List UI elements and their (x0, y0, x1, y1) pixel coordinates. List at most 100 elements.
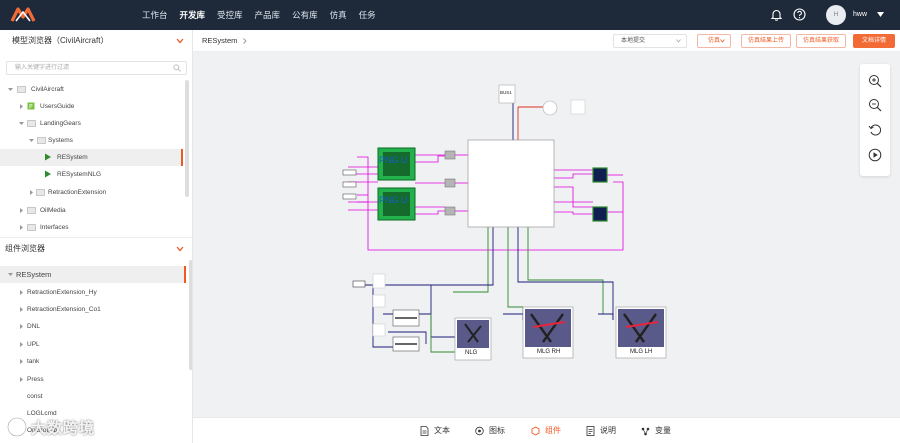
search-placeholder: 输入关键字进行过滤 (15, 65, 70, 71)
caret-right-icon[interactable] (19, 225, 24, 230)
watermark-text: 大数跨境 (31, 420, 96, 437)
username[interactable]: hww (853, 0, 867, 30)
package-icon (37, 137, 46, 144)
chevron-down-icon[interactable] (176, 246, 184, 252)
zoom-controls (860, 64, 890, 176)
component-icon (531, 426, 540, 436)
caret-right-icon[interactable] (29, 190, 34, 195)
info-doc-icon (586, 426, 595, 436)
mlg-lh-label: MLG LH (630, 349, 653, 355)
caret-right-icon[interactable] (19, 377, 24, 382)
tree-item-resystemnlg[interactable]: RESystemNLG (0, 166, 183, 183)
tree-item-retractionextension[interactable]: RetractionExtension (0, 184, 183, 201)
model-browser-header[interactable]: 模型浏览器（CivilAircraft） (0, 30, 192, 52)
component-item[interactable]: tank (0, 353, 186, 370)
model-play-icon (45, 170, 51, 178)
fetch-results-button[interactable]: 仿真结果获取 (796, 34, 846, 48)
caret-down-icon[interactable] (19, 121, 24, 126)
caret-down-icon[interactable] (29, 138, 34, 143)
component-item[interactable]: RetractionExtension_Co1 (0, 301, 186, 318)
bell-icon[interactable] (770, 8, 783, 21)
tree-item-landinggears[interactable]: LandingGears (0, 115, 183, 132)
component-browser-title: 组件浏览器 (5, 244, 45, 253)
tree-item-usersguide[interactable]: P UsersGuide (0, 98, 183, 115)
tree-item-systems[interactable]: Systems (0, 132, 183, 149)
caret-right-icon[interactable] (19, 359, 24, 364)
nlg-label: NLG (465, 350, 478, 356)
component-item[interactable]: Press (0, 371, 186, 388)
nav-product-library[interactable]: 产品库 (249, 0, 287, 30)
component-item[interactable]: UPL (0, 336, 186, 353)
chevron-right-icon (243, 38, 247, 44)
caret-right-icon[interactable] (19, 290, 24, 295)
document-icon (420, 426, 429, 436)
caret-down-icon[interactable] (8, 272, 13, 277)
chevron-down-icon (720, 39, 725, 43)
nav-simulation[interactable]: 仿真 (324, 0, 353, 30)
bus-label: BUS1 (500, 90, 512, 95)
help-icon[interactable] (793, 8, 806, 21)
nav-public-library[interactable]: 公有库 (286, 0, 324, 30)
model-search-input[interactable]: 输入关键字进行过滤 (6, 61, 187, 75)
mlg-rh-label: MLG RH (537, 349, 561, 355)
nav-controlled-library[interactable]: 受控库 (211, 0, 249, 30)
tab-description[interactable]: 说明 (586, 418, 616, 443)
tab-variables[interactable]: 变量 (641, 418, 671, 443)
tree-item-resystem[interactable]: RESystem (0, 149, 183, 166)
valve-block (592, 167, 608, 183)
component-browser-header[interactable]: 组件浏览器 (0, 237, 192, 259)
zoom-in-icon[interactable] (868, 74, 882, 88)
caret-right-icon[interactable] (19, 342, 24, 347)
chevron-down-icon (676, 39, 681, 43)
tree-item-interfaces[interactable]: Interfaces (0, 219, 183, 236)
model-browser-title: 模型浏览器（CivilAircraft） (12, 36, 109, 45)
svg-text:P: P (29, 104, 33, 111)
caret-right-icon[interactable] (19, 104, 24, 109)
upload-results-button[interactable]: 仿真结果上传 (741, 34, 791, 48)
chevron-down-icon[interactable] (176, 38, 184, 44)
simulate-button[interactable]: 仿真 (697, 34, 731, 48)
caret-right-icon[interactable] (19, 208, 24, 213)
component-item[interactable]: RetractionExtension_Hy (0, 284, 186, 301)
tab-text[interactable]: 文本 (420, 418, 450, 443)
tree-item-oilmedia[interactable]: OilMedia (0, 202, 183, 219)
component-item[interactable]: const (0, 388, 186, 405)
pump-label: PNG U (379, 195, 408, 205)
play-icon[interactable] (868, 148, 882, 162)
caret-down-icon[interactable] (877, 12, 884, 18)
valve-block (592, 206, 608, 222)
central-block (467, 139, 555, 228)
commit-select[interactable]: 本地提交 (613, 34, 687, 48)
watermark-logo-icon (6, 416, 28, 438)
pump-label: PNG U (379, 155, 408, 165)
model-browser-scrollbar[interactable] (185, 80, 189, 197)
bottom-view-tabs: 文本 图标 组件 说明 变量 (193, 417, 900, 443)
breadcrumb[interactable]: RESystem (202, 30, 237, 52)
resystem-diagram[interactable] (193, 52, 900, 417)
component-item[interactable]: RESystem (0, 266, 186, 283)
doc-details-button[interactable]: 文档详情 (853, 34, 895, 48)
tab-components[interactable]: 组件 (531, 418, 561, 443)
zoom-out-icon[interactable] (868, 98, 882, 112)
avatar[interactable]: H (826, 5, 846, 25)
tab-icon-view[interactable]: 图标 (475, 418, 505, 443)
package-icon (36, 189, 45, 196)
watermark: 大数跨境 (4, 414, 124, 440)
component-item[interactable]: DNL (0, 318, 186, 335)
tree-item-civilaircraft[interactable]: CivilAircraft (0, 81, 183, 98)
caret-down-icon[interactable] (8, 87, 13, 92)
icon-view-icon (475, 426, 484, 436)
diagram-canvas[interactable]: PNG U PNG U BUS1 NLG MLG RH MLG LH (193, 52, 900, 417)
package-icon (17, 86, 26, 93)
caret-right-icon[interactable] (19, 324, 24, 329)
package-icon (27, 224, 36, 231)
search-icon[interactable] (173, 64, 181, 72)
top-navigation-bar: 工作台 开发库 受控库 产品库 公有库 仿真 任务 H hww (0, 0, 900, 30)
nav-workbench[interactable]: 工作台 (136, 0, 174, 30)
caret-right-icon[interactable] (19, 307, 24, 312)
reset-view-icon[interactable] (868, 123, 882, 137)
app-logo-icon[interactable] (10, 6, 36, 24)
info-package-icon: P (27, 102, 35, 111)
nav-dev-library[interactable]: 开发库 (174, 0, 212, 30)
nav-tasks[interactable]: 任务 (353, 0, 382, 30)
